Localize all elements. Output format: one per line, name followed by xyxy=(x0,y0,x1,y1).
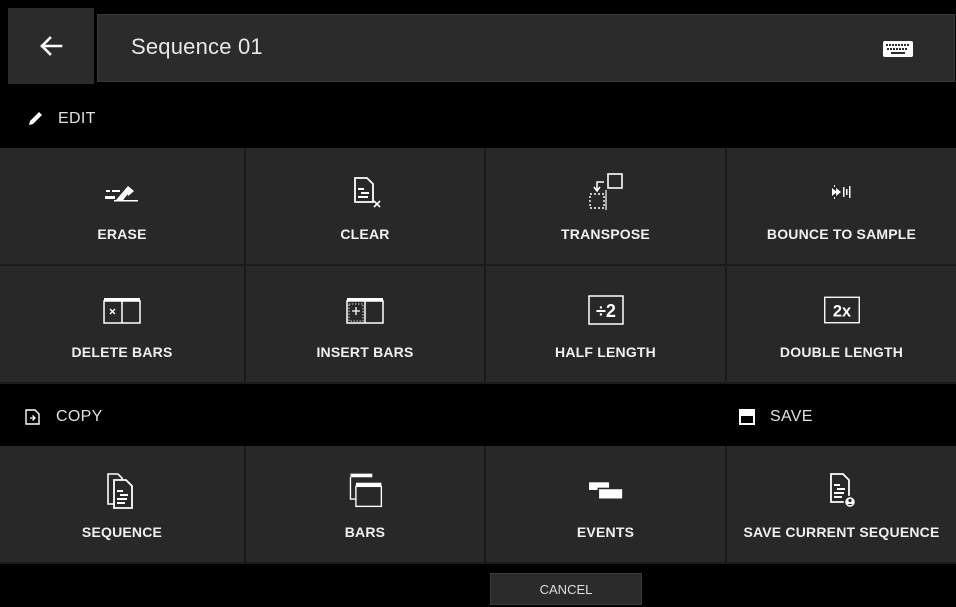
header: Sequence 01 xyxy=(0,0,956,90)
copy-sequence-label: SEQUENCE xyxy=(81,524,163,540)
erase-label: ERASE xyxy=(97,226,147,242)
save-current-sequence-button[interactable]: SAVE CURRENT SEQUENCE xyxy=(727,446,956,564)
back-button[interactable] xyxy=(8,8,94,84)
copy-events-icon xyxy=(588,482,624,500)
double-length-label: DOUBLE LENGTH xyxy=(779,344,904,360)
insert-bars-icon xyxy=(346,298,384,324)
delete-bars-label: DELETE BARS xyxy=(71,344,173,360)
copy-events-button[interactable]: EVENTS xyxy=(486,446,727,564)
back-arrow-icon xyxy=(40,36,63,56)
save-current-sequence-label: SAVE CURRENT SEQUENCE xyxy=(743,524,940,540)
save-disk-icon xyxy=(739,409,755,425)
clear-label: CLEAR xyxy=(340,226,390,242)
erase-icon xyxy=(105,186,138,202)
clear-icon xyxy=(354,177,381,208)
erase-button[interactable]: ERASE xyxy=(0,148,246,266)
page-title: Sequence 01 xyxy=(131,34,263,59)
bounce-icon xyxy=(831,185,850,199)
clear-button[interactable]: CLEAR xyxy=(246,148,486,266)
bounce-to-sample-button[interactable]: BOUNCE TO SAMPLE xyxy=(727,148,956,266)
pencil-icon xyxy=(29,112,42,125)
keyboard-icon[interactable] xyxy=(882,40,914,58)
copy-grid: SEQUENCE BARS EVENTS SAVE CURRENT SEQUEN… xyxy=(0,446,956,564)
copy-bars-label: BARS xyxy=(344,524,386,540)
copy-save-section-header: COPY SAVE xyxy=(0,388,956,446)
copy-events-label: EVENTS xyxy=(576,524,635,540)
copy-icon xyxy=(25,409,40,425)
edit-grid: ERASE CLEAR TRANSPOSE BOUNCE TO SAMPLE D… xyxy=(0,148,956,384)
copy-sequence-button[interactable]: SEQUENCE xyxy=(0,446,246,564)
half-length-icon: ÷2 xyxy=(587,295,624,325)
insert-bars-label: INSERT BARS xyxy=(316,344,414,360)
double-length-glyph: 2x xyxy=(832,302,850,320)
edit-section-header: EDIT xyxy=(0,90,956,148)
half-length-label: HALF LENGTH xyxy=(555,344,656,360)
double-length-button[interactable]: 2x DOUBLE LENGTH xyxy=(727,266,956,384)
copy-bars-icon xyxy=(349,473,383,508)
transpose-icon xyxy=(588,173,623,210)
delete-bars-button[interactable]: DELETE BARS xyxy=(0,266,246,384)
transpose-button[interactable]: TRANSPOSE xyxy=(486,148,727,266)
bounce-to-sample-label: BOUNCE TO SAMPLE xyxy=(766,226,917,242)
delete-bars-icon xyxy=(103,298,141,324)
save-sequence-icon xyxy=(829,473,856,509)
half-length-button[interactable]: ÷2 HALF LENGTH xyxy=(486,266,727,384)
footer: CANCEL xyxy=(0,565,956,607)
insert-bars-button[interactable]: INSERT BARS xyxy=(246,266,486,384)
copy-section-label: COPY xyxy=(56,408,103,425)
edit-section-label: EDIT xyxy=(58,110,96,127)
cancel-button[interactable]: CANCEL xyxy=(490,573,642,605)
half-length-glyph: ÷2 xyxy=(596,301,616,321)
save-section-label: SAVE xyxy=(770,408,813,425)
transpose-label: TRANSPOSE xyxy=(561,226,650,242)
double-length-icon: 2x xyxy=(823,296,860,324)
copy-sequence-icon xyxy=(107,473,133,509)
sequence-name-field[interactable]: Sequence 01 xyxy=(97,14,955,82)
copy-bars-button[interactable]: BARS xyxy=(246,446,486,564)
